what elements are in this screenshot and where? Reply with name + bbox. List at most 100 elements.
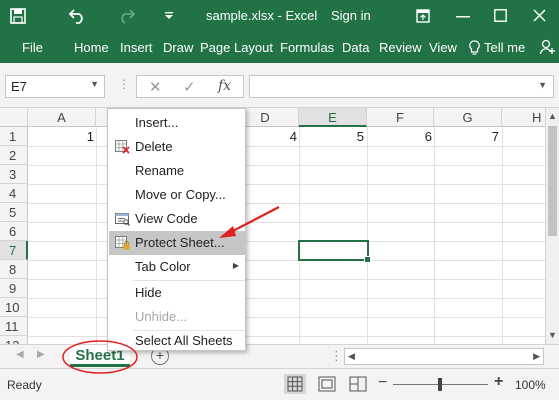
- column-header-e[interactable]: E: [299, 108, 367, 127]
- tab-insert[interactable]: Insert: [120, 40, 153, 55]
- enter-icon[interactable]: ✓: [183, 78, 196, 96]
- row-header-10[interactable]: 10: [0, 298, 28, 317]
- cell-e1[interactable]: 5: [301, 129, 364, 144]
- insert-function-icon[interactable]: fx: [218, 78, 231, 94]
- row-header-4[interactable]: 4: [0, 184, 28, 203]
- row-header-12[interactable]: 12: [0, 336, 28, 344]
- lightbulb-icon: [469, 40, 480, 55]
- cancel-icon[interactable]: ✕: [149, 78, 162, 96]
- name-box[interactable]: E7 ▼: [5, 75, 105, 98]
- normal-view-button[interactable]: [284, 374, 306, 394]
- tab-home[interactable]: Home: [74, 40, 109, 55]
- zoom-out-button[interactable]: −: [378, 374, 387, 392]
- row-header-7[interactable]: 7: [0, 241, 28, 260]
- menu-item-insert[interactable]: Insert...: [109, 111, 246, 135]
- active-cell-e7[interactable]: [298, 240, 371, 263]
- page-break-view-button[interactable]: [347, 374, 369, 394]
- close-icon[interactable]: [533, 9, 546, 22]
- scrollbar-thumb[interactable]: [548, 126, 557, 236]
- submenu-arrow-icon: ▶: [232, 261, 239, 270]
- row-header-3[interactable]: 3: [0, 165, 28, 184]
- menu-item-delete[interactable]: Delete: [109, 135, 246, 159]
- cell-g1[interactable]: 7: [436, 129, 499, 144]
- chevron-down-icon[interactable]: ▼: [90, 79, 99, 89]
- scroll-left-icon[interactable]: ◀: [348, 351, 355, 362]
- row-header-8[interactable]: 8: [0, 260, 28, 279]
- ribbon-tabs: File Home Insert Draw Page Layout Formul…: [0, 33, 559, 63]
- tab-page-layout[interactable]: Page Layout: [200, 40, 273, 55]
- normal-view-icon: [287, 376, 303, 392]
- gridline: [28, 260, 545, 261]
- row-header-2[interactable]: 2: [0, 146, 28, 165]
- scroll-up-icon[interactable]: ▲: [548, 111, 557, 121]
- select-all-corner[interactable]: [0, 108, 28, 127]
- formula-bar: E7 ▼ ⋮ ✕ ✓ fx ▼: [0, 63, 559, 108]
- horizontal-scrollbar[interactable]: ◀ ▶: [344, 348, 544, 365]
- gridline: [299, 127, 300, 344]
- tell-me-search[interactable]: Tell me: [484, 40, 525, 55]
- splitter-handle-icon[interactable]: ⋮: [330, 348, 343, 364]
- ribbon-display-icon[interactable]: [416, 9, 430, 23]
- sign-in-link[interactable]: Sign in: [331, 8, 371, 23]
- formula-input[interactable]: ▼: [249, 75, 554, 98]
- gridline: [28, 203, 545, 204]
- tab-review[interactable]: Review: [379, 40, 422, 55]
- minimize-icon[interactable]: [456, 16, 470, 18]
- splitter-handle-icon[interactable]: ⋮: [118, 77, 130, 91]
- protect-sheet-icon: [115, 236, 130, 250]
- next-sheet-icon[interactable]: ▶: [37, 349, 45, 360]
- save-icon[interactable]: [10, 8, 26, 24]
- share-icon[interactable]: [540, 39, 556, 55]
- status-text: Ready: [7, 378, 42, 392]
- menu-item-hide[interactable]: Hide: [109, 281, 246, 305]
- gridline: [28, 165, 545, 166]
- column-header-h[interactable]: H: [502, 108, 545, 127]
- column-header-a[interactable]: A: [28, 108, 96, 127]
- title-bar: sample.xlsx - Excel Sign in: [0, 0, 559, 33]
- name-box-value: E7: [11, 79, 27, 94]
- gridline: [28, 146, 545, 147]
- row-header-6[interactable]: 6: [0, 222, 28, 241]
- gridline: [502, 127, 503, 344]
- gridline: [28, 184, 545, 185]
- view-code-icon: [115, 213, 130, 226]
- column-header-f[interactable]: F: [367, 108, 434, 127]
- formula-buttons: ✕ ✓ fx: [136, 75, 244, 98]
- zoom-level[interactable]: 100%: [515, 378, 546, 392]
- menu-item-tab-color[interactable]: Tab Color ▶: [109, 255, 246, 279]
- page-layout-view-button[interactable]: [316, 374, 338, 394]
- row-header-11[interactable]: 11: [0, 317, 28, 336]
- gridline: [28, 222, 545, 223]
- gridline: [28, 279, 545, 280]
- annotation-highlight-ellipse: [62, 340, 138, 374]
- expand-formula-bar-icon[interactable]: ▼: [538, 80, 547, 90]
- redo-icon[interactable]: [118, 8, 136, 24]
- undo-icon[interactable]: [68, 8, 86, 24]
- gridline: [367, 127, 368, 344]
- menu-item-unhide: Unhide...: [135, 309, 188, 324]
- row-header-9[interactable]: 9: [0, 279, 28, 298]
- maximize-icon[interactable]: [494, 9, 507, 22]
- vertical-scrollbar[interactable]: ▲ ▼: [545, 108, 559, 344]
- tab-data[interactable]: Data: [342, 40, 369, 55]
- annotation-arrow-icon: [219, 206, 280, 238]
- menu-item-move-or-copy[interactable]: Move or Copy...: [109, 183, 246, 207]
- row-header-5[interactable]: 5: [0, 203, 28, 222]
- zoom-in-button[interactable]: +: [494, 373, 503, 391]
- tab-draw[interactable]: Draw: [163, 40, 193, 55]
- tab-file[interactable]: File: [22, 40, 43, 55]
- row-header-1[interactable]: 1: [0, 127, 28, 146]
- tab-view[interactable]: View: [429, 40, 457, 55]
- page-break-icon: [349, 376, 367, 392]
- tab-formulas[interactable]: Formulas: [280, 40, 334, 55]
- gridline: [434, 127, 435, 344]
- zoom-slider-thumb[interactable]: [438, 378, 442, 391]
- cell-f1[interactable]: 6: [369, 129, 432, 144]
- cell-a1[interactable]: 1: [30, 129, 94, 144]
- scroll-down-icon[interactable]: ▼: [548, 330, 557, 340]
- customize-toolbar-icon[interactable]: [164, 11, 174, 21]
- prev-sheet-icon[interactable]: ◀: [16, 349, 24, 360]
- scroll-right-icon[interactable]: ▶: [533, 351, 540, 362]
- column-header-g[interactable]: G: [434, 108, 502, 127]
- menu-item-rename[interactable]: Rename: [109, 159, 246, 183]
